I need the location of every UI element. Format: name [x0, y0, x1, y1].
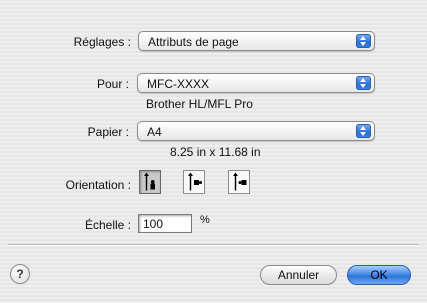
format-for-popup[interactable]: MFC-XXXX — [137, 73, 375, 93]
popup-arrows-icon — [356, 124, 371, 138]
paper-dimensions: 8.25 in x 11.68 in — [170, 145, 261, 159]
popup-arrows-icon — [356, 76, 371, 90]
landscape-right-icon — [233, 172, 247, 191]
paper-popup[interactable]: A4 — [137, 121, 375, 141]
landscape-left-icon — [188, 172, 202, 191]
help-button[interactable]: ? — [10, 264, 30, 284]
scale-label: Échelle : — [84, 218, 131, 232]
format-for-value: MFC-XXXX — [147, 77, 210, 91]
scale-unit: % — [200, 214, 210, 226]
scale-input[interactable]: 100 — [138, 214, 192, 233]
ok-button[interactable]: OK — [347, 265, 411, 285]
format-for-label: Pour : — [96, 77, 129, 91]
popup-arrows-icon — [356, 34, 371, 48]
cancel-button[interactable]: Annuler — [260, 265, 337, 285]
orientation-landscape-left-button[interactable] — [183, 170, 205, 194]
orientation-label: Orientation : — [65, 178, 131, 192]
orientation-portrait-button[interactable] — [139, 170, 161, 194]
portrait-orientation-icon — [144, 172, 155, 191]
paper-value: A4 — [147, 125, 162, 139]
scale-value: 100 — [143, 217, 164, 231]
orientation-landscape-right-button[interactable] — [228, 170, 250, 194]
printer-description: Brother HL/MFL Pro — [146, 97, 253, 111]
page-setup-dialog: Réglages : Attributs de page Pour : MFC-… — [0, 0, 427, 303]
paper-label: Papier : — [87, 125, 129, 139]
divider — [8, 244, 419, 246]
settings-label: Réglages : — [73, 35, 131, 49]
settings-popup[interactable]: Attributs de page — [138, 31, 375, 51]
settings-value: Attributs de page — [148, 35, 239, 49]
